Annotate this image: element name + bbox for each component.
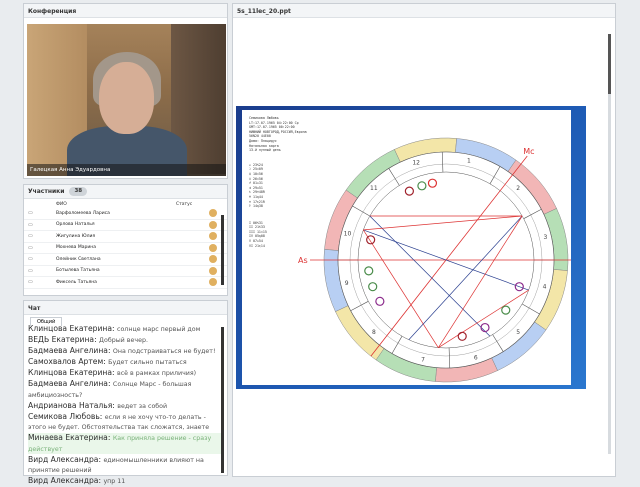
status-user-icon	[209, 209, 217, 218]
chat-message: Бадмаева Ангелина: Солнце Марс - большая…	[28, 379, 222, 400]
status-user-icon	[209, 266, 217, 275]
participant-name: Ботылева Татьяна	[56, 268, 100, 274]
status-user-icon	[209, 255, 217, 264]
status-user-icon	[209, 232, 217, 241]
chat-author[interactable]: Клинцова Екатерина:	[28, 368, 117, 377]
participant-row[interactable]: ▭ Фиксель Татьяна	[24, 277, 227, 289]
participant-row[interactable]: ▭ Жигулина Юлия	[24, 231, 227, 243]
participant-name: Олейник Светлана	[56, 256, 101, 262]
participant-name: Жигулина Юлия	[56, 233, 96, 239]
participants-panel: Участники 38 ФИО Статус ▭ Варфоломеева Ла…	[23, 184, 228, 296]
participant-name: Варфоломеева Лариса	[56, 210, 110, 216]
conference-title: Конференция	[24, 4, 227, 18]
status-user-icon	[209, 278, 217, 287]
chat-text: Будет сильно пытаться	[108, 359, 187, 367]
mic-icon[interactable]: ▭	[28, 268, 38, 274]
participants-scrollbar[interactable]	[221, 215, 224, 285]
house-number: 3	[543, 234, 547, 241]
chat-text: упр 11	[103, 478, 126, 486]
participant-row[interactable]: ▭ Мохнева Марина	[24, 243, 227, 254]
participants-list: ▭ Варфоломеева Лариса ▭ Орлова Наталья ▭ Жигу…	[24, 208, 227, 289]
mic-icon[interactable]: ▭	[28, 233, 38, 239]
mic-icon[interactable]: ▭	[28, 245, 38, 251]
participants-title: Участники	[28, 188, 65, 195]
chat-author[interactable]: Минаева Екатерина:	[28, 433, 113, 442]
chat-panel: Чат Общий Клинцова Екатерина: солнце мар…	[23, 300, 228, 485]
chat-author[interactable]: Самохвалов Артем:	[28, 357, 108, 366]
chat-message: Минаева Екатерина: Как приняла решение -…	[28, 433, 222, 454]
participants-count-badge: 38	[69, 187, 88, 196]
participant-name: Мохнева Марина	[56, 245, 96, 251]
chat-message: ВЕДЬ Екатерина: Добрый вечер.	[28, 335, 222, 345]
chat-author[interactable]: ВЕДЬ Екатерина:	[28, 335, 99, 344]
slide: Семикова Любовь LT:17.07.1965 04:22:00 Ср…	[236, 106, 586, 389]
column-status[interactable]: Статус	[176, 202, 192, 207]
video-feed[interactable]: Галецкая Анна Эдуардовна	[27, 24, 226, 176]
house-number: 10	[344, 231, 352, 238]
house-number: 11	[370, 185, 378, 192]
participants-columns: ФИО Статус	[24, 199, 227, 208]
chat-message: Вирд Александра: единомышленники влияют …	[28, 455, 222, 476]
participant-row[interactable]: ▭ Олейник Светлана	[24, 254, 227, 266]
participant-name: Фиксель Татьяна	[56, 279, 97, 285]
house-number: 5	[516, 329, 520, 336]
house-number: 12	[412, 159, 420, 166]
chat-scrollbar[interactable]	[221, 327, 224, 473]
house-number: 6	[474, 355, 478, 362]
chat-author[interactable]: Бадмаева Ангелина:	[28, 379, 113, 388]
speaker-nameplate: Галецкая Анна Эдуардовна	[27, 164, 226, 176]
chat-text: Она подстраиваться не будет!	[112, 348, 216, 356]
chat-text: Добрый вечер.	[99, 337, 148, 345]
chat-author[interactable]: Вирд Александра:	[28, 455, 103, 464]
status-user-icon	[209, 220, 217, 229]
chat-message: Андрианова Наталья: ведет за собой	[28, 401, 222, 411]
participant-name: Орлова Наталья	[56, 222, 95, 228]
presentation-scrollbar[interactable]	[608, 34, 611, 454]
chat-message: Бадмаева Ангелина: Она подстраиваться не…	[28, 346, 222, 356]
participants-header: Участники 38	[24, 185, 227, 199]
natal-chart-image: Семикова Любовь LT:17.07.1965 04:22:00 Ср…	[242, 110, 571, 385]
chat-message: Клинцова Екатерина: всё в рамках приличи…	[28, 368, 222, 378]
status-user-icon	[209, 243, 217, 252]
house-number: 1	[467, 158, 471, 165]
presentation-panel: 5s_11lec_20.ppt Семикова Любовь LT:17.07.…	[232, 3, 616, 477]
presentation-filename: 5s_11lec_20.ppt	[233, 4, 615, 18]
chat-text: солнце марс первый дом	[116, 326, 201, 333]
chat-author[interactable]: Бадмаева Ангелина:	[28, 346, 113, 355]
chat-title: Чат	[24, 301, 227, 315]
mic-icon[interactable]: ▭	[28, 222, 38, 228]
participant-row[interactable]: ▭ Варфоломеева Лариса	[24, 208, 227, 220]
chat-text: ведет за собой	[117, 402, 168, 410]
house-number: 4	[543, 283, 547, 290]
chat-text: всё в рамках приличия)	[116, 370, 197, 378]
mic-icon[interactable]: ▭	[28, 256, 38, 262]
chat-message: Клинцова Екатерина: солнце марс первый д…	[28, 324, 222, 334]
participant-row[interactable]: ▭ Ботылева Татьяна	[24, 266, 227, 277]
chat-message: Вирд Александра: упр 11	[28, 476, 222, 486]
house-number: 2	[516, 185, 520, 192]
mic-icon[interactable]: ▭	[28, 279, 38, 285]
ascendant-label: As	[298, 256, 308, 265]
participant-row[interactable]: ▭ Орлова Наталья	[24, 220, 227, 231]
column-name[interactable]: ФИО	[56, 202, 176, 207]
conference-panel: Конференция Галецкая Анна Эдуардовна	[23, 3, 228, 179]
house-number: 8	[372, 329, 376, 336]
chat-author[interactable]: Клинцова Екатерина:	[28, 324, 117, 333]
presentation-scroll-thumb[interactable]	[608, 34, 611, 94]
mic-icon[interactable]: ▭	[28, 210, 38, 216]
midheaven-label: Mc	[523, 147, 534, 156]
house-number: 7	[421, 356, 425, 363]
speaker-face	[99, 62, 154, 134]
chat-message: Семикова Любовь: если я не хочу что-то д…	[28, 412, 222, 433]
chat-author[interactable]: Семикова Любовь:	[28, 412, 105, 421]
chat-author[interactable]: Вирд Александра:	[28, 476, 103, 485]
house-number: 9	[345, 280, 349, 287]
natal-chart-wheel: 101112 123456789AsMc	[298, 137, 571, 383]
chat-messages: Клинцова Екатерина: солнце марс первый д…	[28, 324, 222, 487]
chat-message: Самохвалов Артем: Будет сильно пытаться	[28, 357, 222, 367]
chat-author[interactable]: Андрианова Наталья:	[28, 401, 117, 410]
